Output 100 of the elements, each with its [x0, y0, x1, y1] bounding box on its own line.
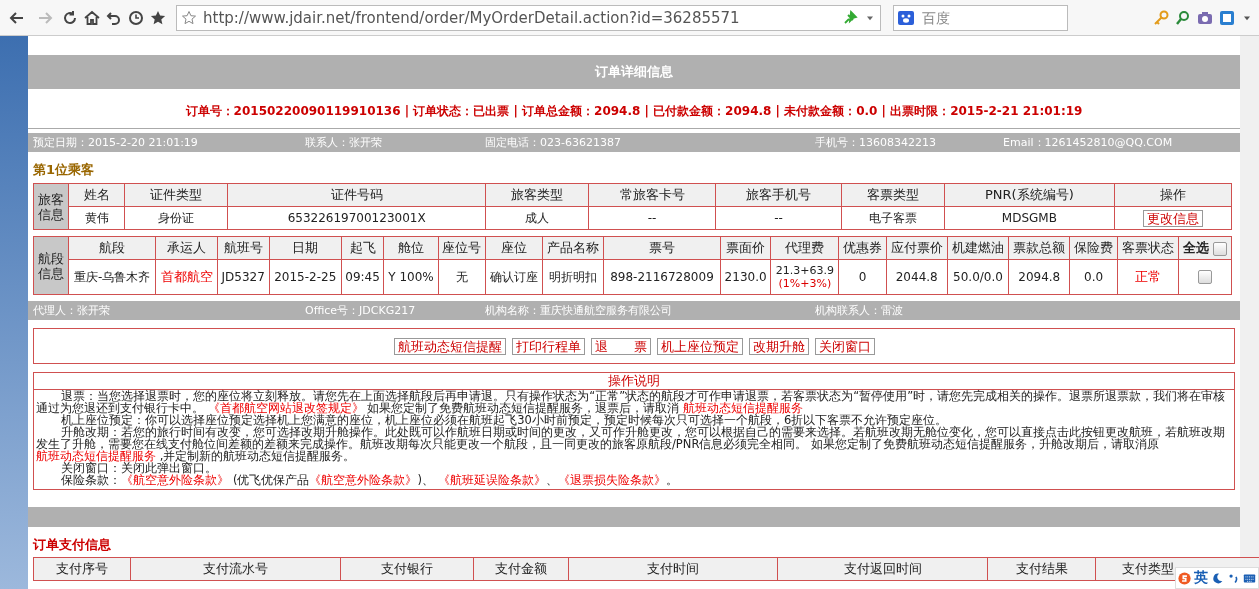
- table-cell: 898-2116728009: [603, 259, 721, 295]
- section-heading: 订单支付信息: [33, 536, 112, 554]
- table-cell: 首都航空: [155, 259, 218, 295]
- table-cell: 2130.0: [720, 259, 771, 295]
- table-cell: 21.3+63.9 (1%+3%): [770, 259, 839, 295]
- moon-icon[interactable]: [1211, 571, 1224, 585]
- column-header: 全选: [1182, 240, 1209, 255]
- table-cell: 无: [438, 259, 486, 295]
- panel-title: 操作说明: [34, 373, 1234, 390]
- table-cell: 重庆-乌鲁木齐: [68, 259, 156, 295]
- action-button[interactable]: 关闭窗口: [814, 337, 875, 355]
- table-cell: 0.0: [1069, 259, 1118, 295]
- link[interactable]: 《首都航空网站退改签规定》: [207, 401, 364, 415]
- column-header: 支付金额: [473, 557, 569, 581]
- column-header: 航段: [68, 236, 156, 260]
- table-cell: 65322619700123001X: [227, 206, 486, 230]
- keyboard-icon[interactable]: [1243, 571, 1256, 585]
- reload-icon[interactable]: [62, 9, 78, 26]
- action-button[interactable]: 改期升舱: [748, 337, 809, 355]
- undo-icon[interactable]: [106, 9, 122, 26]
- table-cell: JD5327: [217, 259, 270, 295]
- info-text: 代理人：张开荣: [33, 303, 111, 319]
- paragraph: 关闭窗口：关闭此弹出窗口。: [61, 462, 218, 474]
- paw-icon[interactable]: [898, 9, 914, 26]
- pin-icon[interactable]: [842, 9, 858, 26]
- column-header: 舱位: [383, 236, 439, 260]
- table-cell: --: [588, 206, 716, 230]
- action-button[interactable]: 航班动态短信提醒: [393, 337, 506, 355]
- link[interactable]: 《退票损失险条款》: [557, 473, 666, 487]
- paragraph: 退票：当您选择退票时，您的座位将立刻释放。请您先在上面选择航段后再申请退。只有操作状态为“正常”状态的航段才可作申请退票，若客票状态为“暂停使用”时，请您先完成相关的操作。退票所退票款，我们将在审核通过为您退还到支付银行卡中。 《首都航空网站退改签规定》 如果您定制了免费航班动态短信提醒服务，退票后，请取消 航班动态短信提醒服务: [35, 390, 1227, 414]
- info-text: Office号：JDCKG217: [305, 303, 417, 319]
- table-cell: 0: [838, 259, 887, 295]
- action-button[interactable]: 机上座位预定: [656, 337, 743, 355]
- link[interactable]: 《航空意外险条款》: [309, 473, 418, 487]
- page-title: 订单详细信息: [28, 55, 1240, 89]
- select-all-checkbox[interactable]: [1213, 241, 1228, 256]
- section-heading: 第1位乘客: [33, 161, 96, 179]
- refresh-search-icon[interactable]: [1175, 9, 1191, 26]
- link[interactable]: 航班动态短信提醒服务: [36, 449, 156, 463]
- table-cell: 50.0/0.0: [947, 259, 1009, 295]
- column-header: 支付结果: [987, 557, 1096, 581]
- table-cell: MDSGMB: [944, 206, 1115, 230]
- info-text: 联系人：张开荣: [305, 135, 383, 151]
- column-header: 优惠券: [838, 236, 887, 260]
- action-button[interactable]: 退 票: [590, 337, 651, 355]
- column-header: 姓名: [68, 183, 125, 207]
- info-text: 手机号：13608342213: [815, 135, 937, 151]
- history-icon[interactable]: [128, 9, 144, 26]
- column-header: 操作: [1114, 183, 1232, 207]
- bookmark-star-icon[interactable]: [181, 9, 197, 26]
- column-header: 旅客类型: [485, 183, 589, 207]
- link[interactable]: 航班动态短信提醒服务: [682, 401, 803, 415]
- column-header: 产品名称: [542, 236, 604, 260]
- address-bar[interactable]: http://www.jdair.net/frontend/order/MyOrderDetail.action?id=36285571: [176, 4, 881, 31]
- info-text: 预定日期：2015-2-20 21:01:19: [33, 135, 199, 151]
- column-header: 应付票价: [886, 236, 948, 260]
- column-header: 支付时间: [568, 557, 778, 581]
- star-icon[interactable]: [150, 9, 166, 26]
- table-cell: 身份证: [124, 206, 228, 230]
- action-button[interactable]: 打印行程单: [511, 337, 585, 355]
- table-cell: 09:45: [341, 259, 384, 295]
- link[interactable]: 《航空意外险条款》: [121, 473, 230, 487]
- paragraph: 保险条款：《航空意外险条款》 (优飞优保产品《航空意外险条款》)、 《航班延误险条款》、《退票损失险条款》。: [60, 474, 679, 489]
- checkbox[interactable]: [1198, 270, 1212, 285]
- edit-info-button[interactable]: 更改信息: [1142, 209, 1203, 227]
- table-cell: 正常: [1117, 259, 1179, 295]
- home-icon[interactable]: [84, 9, 100, 26]
- table-cell: 2015-2-25: [269, 259, 342, 295]
- app-icon[interactable]: [1219, 9, 1235, 26]
- column-header: 支付返回时间: [777, 557, 988, 581]
- table-cell: 电子客票: [841, 206, 945, 230]
- column-header: 支付流水号: [130, 557, 341, 581]
- paragraph: 机上座位预定：你可以选择座位预定选择机上您满意的座位，机上座位必须在航班起飞30小时前预定，预定时候每次只可选择一个航段，6折以下客票不允许预定座位。: [61, 414, 948, 426]
- column-header: 客票状态: [1117, 236, 1179, 260]
- info-text: Email：1261452810@QQ.COM: [1003, 135, 1174, 151]
- row-label: 旅客信息: [33, 183, 69, 230]
- column-header: 座位: [485, 236, 543, 260]
- column-header: 座位号: [438, 236, 486, 260]
- search-box[interactable]: 百度: [893, 4, 1068, 31]
- camera-icon[interactable]: [1197, 9, 1213, 26]
- column-header: 票号: [603, 236, 721, 260]
- info-text: 固定电话：023-63621387: [485, 135, 622, 151]
- order-summary: 订单号：20150220090119910136 | 订单状态：已出票 | 订单总金额：2094.8 | 已付款金额：2094.8 | 未付款金额：0.0 | 出票时限：2015-2-21 21:01:19: [184, 103, 1084, 120]
- column-header: 日期: [269, 236, 342, 260]
- table-cell: 黄伟: [68, 206, 125, 230]
- info-text: 机构联系人：雷波: [815, 303, 904, 319]
- paragraph: 升舱改期：若您的旅行时间有改变，您可选择改期升舱操作。此处既可以作航班日期或时间的更改，又可作升舱更改，您可以根据自己的需要来选择。若航班改期无舱位变化，您可以直接点击此按钮更改航班，若航班改期发生了升舱，需要您在线支付舱位间差额的差额来完成操作。航班改期每次只能更改一个航段，且一同更改的旅客原航段/PNR信息必须完全相同。 如果您定制了免费航班动态短信提醒服务，升舱改期后，请取消原 航班动态短信提醒服务 ,并定制新的航班动态短信提醒服务。: [35, 426, 1227, 462]
- column-header: 起飞: [341, 236, 384, 260]
- column-header: 支付银行: [340, 557, 474, 581]
- column-header: 保险费: [1069, 236, 1118, 260]
- ime-logo-icon[interactable]: [1178, 571, 1191, 585]
- column-header: 代理费: [770, 236, 839, 260]
- column-header: 票面价: [720, 236, 771, 260]
- link[interactable]: 《航班延误险条款》: [437, 473, 546, 487]
- table-cell: 明折明扣: [542, 259, 604, 295]
- table-cell: 2094.8: [1008, 259, 1070, 295]
- column-header: 客票类型: [841, 183, 945, 207]
- column-header: 承运人: [155, 236, 218, 260]
- column-header: 机建燃油: [947, 236, 1009, 260]
- column-header: 票款总额: [1008, 236, 1070, 260]
